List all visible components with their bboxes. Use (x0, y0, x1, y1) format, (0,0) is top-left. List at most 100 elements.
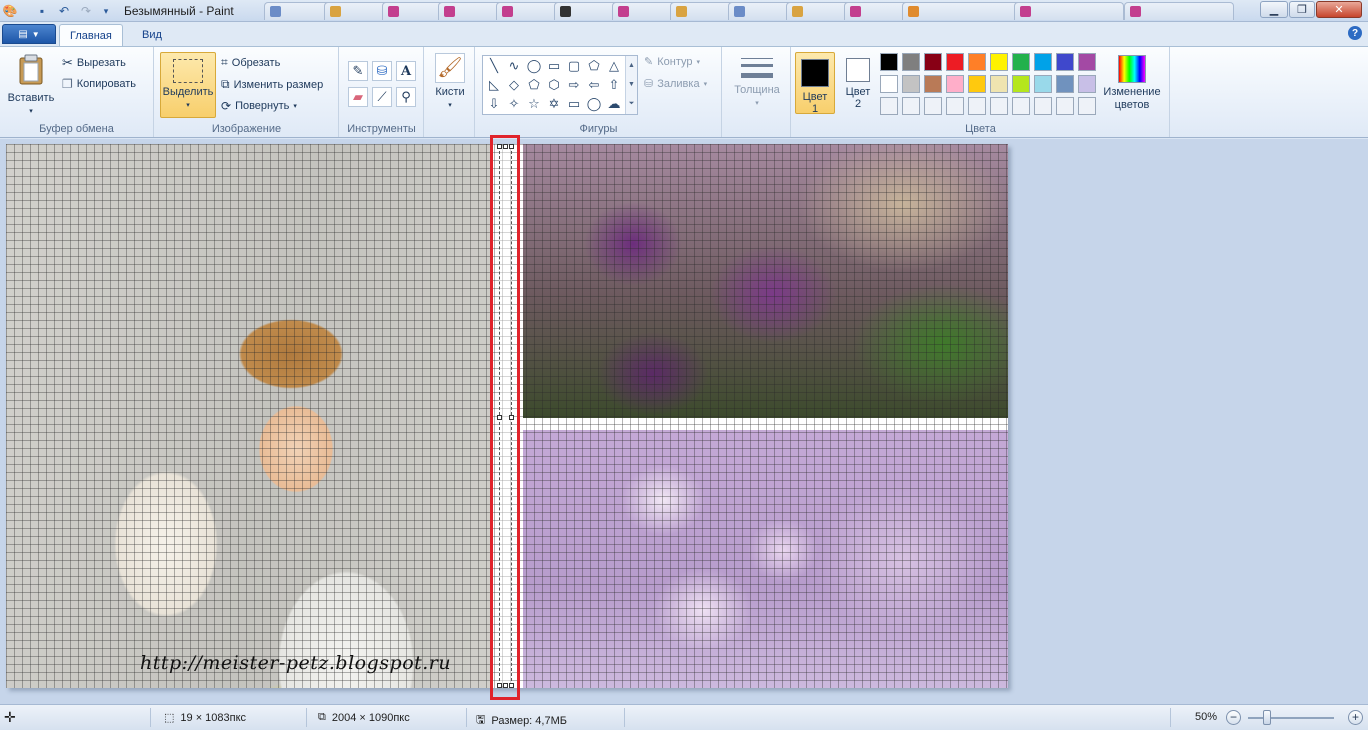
background-window-tab[interactable] (1014, 2, 1124, 20)
right-arrow-shape-icon[interactable]: ⇨ (565, 76, 583, 94)
palette-swatch[interactable] (902, 75, 920, 93)
pencil-icon[interactable]: ✎ (348, 61, 368, 81)
maximize-button[interactable]: ❐ (1289, 1, 1315, 18)
palette-swatch[interactable] (880, 75, 898, 93)
six-point-star-shape-icon[interactable]: ✡ (545, 95, 563, 113)
palette-swatch[interactable] (902, 97, 920, 115)
brushes-button[interactable]: 🖌 Кисти ▾ (430, 53, 470, 112)
redo-icon[interactable]: ↷ (78, 3, 94, 19)
close-button[interactable]: ✕ (1316, 1, 1362, 18)
ribbon-tab-bar: ▤ ▼ Главная Вид ? (0, 22, 1368, 46)
canvas-workspace[interactable]: http://meister-petz.blogspot.ru (0, 139, 1368, 704)
fill-button[interactable]: ⛁ Заливка ▾ (644, 77, 707, 91)
shapes-gallery[interactable]: ╲ ∿ ◯ ▭ ▢ ⬠ △ ◺ ◇ ⬠ ⬡ ⇨ ⇦ ⇧ ⇩ ✧ ☆ ✡ ▭ ◯ … (482, 55, 638, 115)
magnifier-icon[interactable]: ⚲ (396, 87, 416, 107)
palette-swatch[interactable] (1078, 75, 1096, 93)
polygon-shape-icon[interactable]: ⬠ (585, 57, 603, 75)
undo-icon[interactable]: ↶ (56, 3, 72, 19)
palette-swatch[interactable] (1034, 97, 1052, 115)
palette-swatch[interactable] (1012, 53, 1030, 71)
palette-swatch[interactable] (1056, 97, 1074, 115)
palette-swatch[interactable] (968, 75, 986, 93)
cut-label: Вырезать (76, 57, 126, 69)
callout-shape-icon[interactable]: ▭ (565, 95, 583, 113)
zoom-slider-thumb[interactable] (1262, 710, 1271, 725)
line-shape-icon[interactable]: ╲ (485, 57, 503, 75)
color1-button[interactable]: Цвет 1 (795, 52, 835, 115)
minimize-button[interactable]: ▁ (1260, 1, 1288, 18)
palette-swatch[interactable] (1012, 97, 1030, 115)
zoom-out-icon[interactable]: − (1226, 710, 1241, 725)
window-title: Безымянный - Paint (124, 4, 234, 18)
curve-shape-icon[interactable]: ∿ (505, 57, 523, 75)
rounded-rectangle-shape-icon[interactable]: ▢ (565, 57, 583, 75)
palette-swatch[interactable] (1078, 97, 1096, 115)
palette-swatch[interactable] (1012, 75, 1030, 93)
oval-callout-shape-icon[interactable]: ◯ (585, 95, 603, 113)
palette-swatch[interactable] (924, 75, 942, 93)
zoom-in-icon[interactable]: + (1348, 710, 1363, 725)
save-icon[interactable]: ▪ (34, 3, 50, 19)
palette-swatch[interactable] (1034, 53, 1052, 71)
triangle-shape-icon[interactable]: △ (605, 57, 623, 75)
help-icon[interactable]: ? (1348, 26, 1362, 40)
right-triangle-shape-icon[interactable]: ◺ (485, 76, 503, 94)
cloud-callout-shape-icon[interactable]: ☁ (605, 95, 623, 113)
scissors-icon: ✂ (62, 55, 73, 70)
color-picker-icon[interactable]: ⟋ (372, 87, 392, 107)
diamond-shape-icon[interactable]: ◇ (505, 76, 523, 94)
background-window-tab[interactable] (1124, 2, 1234, 20)
pentagon-shape-icon[interactable]: ⬠ (525, 76, 543, 94)
palette-swatch[interactable] (902, 53, 920, 71)
palette-swatch[interactable] (946, 53, 964, 71)
palette-swatch[interactable] (990, 75, 1008, 93)
palette-swatch[interactable] (880, 97, 898, 115)
palette-swatch[interactable] (924, 53, 942, 71)
palette-swatch[interactable] (990, 97, 1008, 115)
eraser-icon[interactable]: ▰ (348, 87, 368, 107)
hexagon-shape-icon[interactable]: ⬡ (545, 76, 563, 94)
palette-swatch[interactable] (968, 53, 986, 71)
shapes-scroll[interactable]: ▲ ▼ ⏷ (625, 56, 637, 114)
brush-icon: 🖌 (435, 53, 465, 83)
four-point-star-shape-icon[interactable]: ✧ (505, 95, 523, 113)
rotate-button[interactable]: ⟳ Повернуть ▾ (221, 99, 297, 113)
palette-swatch[interactable] (880, 53, 898, 71)
oval-shape-icon[interactable]: ◯ (525, 57, 543, 75)
zoom-slider-track[interactable] (1248, 717, 1334, 719)
palette-swatch[interactable] (1078, 53, 1096, 71)
color2-button[interactable]: Цвет 2 (838, 52, 878, 114)
tab-view[interactable]: Вид (132, 24, 172, 46)
down-arrow-shape-icon[interactable]: ⇩ (485, 95, 503, 113)
paint-menu-button[interactable]: ▤ ▼ (2, 24, 56, 44)
palette-swatch[interactable] (968, 97, 986, 115)
palette-swatch[interactable] (946, 75, 964, 93)
palette-swatch[interactable] (1056, 75, 1074, 93)
tab-home[interactable]: Главная (59, 24, 123, 46)
up-arrow-shape-icon[interactable]: ⇧ (605, 76, 623, 94)
five-point-star-shape-icon[interactable]: ☆ (525, 95, 543, 113)
resize-button[interactable]: ⧉ Изменить размер (221, 77, 323, 92)
copy-button[interactable]: ❐ Копировать (62, 77, 136, 91)
rectangle-shape-icon[interactable]: ▭ (545, 57, 563, 75)
left-arrow-shape-icon[interactable]: ⇦ (585, 76, 603, 94)
palette-swatch[interactable] (946, 97, 964, 115)
customize-quick-access-icon[interactable]: ▾ (98, 3, 114, 19)
paste-button[interactable]: Вставить ▾ (6, 53, 56, 118)
thickness-button[interactable]: Толщина ▾ (729, 55, 785, 110)
background-window-tab[interactable] (902, 2, 1022, 20)
palette-swatch[interactable] (990, 53, 1008, 71)
brushes-group: 🖌 Кисти ▾ (425, 47, 475, 137)
color1-label: Цвет (802, 91, 828, 103)
select-button[interactable]: Выделить ▾ (160, 52, 216, 118)
cut-button[interactable]: ✂ Вырезать (62, 55, 126, 71)
edit-colors-button[interactable]: Изменение цветов (1100, 55, 1164, 112)
palette-swatch[interactable] (924, 97, 942, 115)
text-tool-icon[interactable]: A (396, 61, 416, 81)
fill-bucket-icon[interactable]: ⛁ (372, 61, 392, 81)
palette-swatch[interactable] (1034, 75, 1052, 93)
paint-app-icon[interactable]: 🎨 (2, 3, 18, 19)
crop-button[interactable]: ⌗ Обрезать (221, 55, 280, 70)
palette-swatch[interactable] (1056, 53, 1074, 71)
outline-button[interactable]: ✎ Контур ▾ (644, 55, 700, 69)
